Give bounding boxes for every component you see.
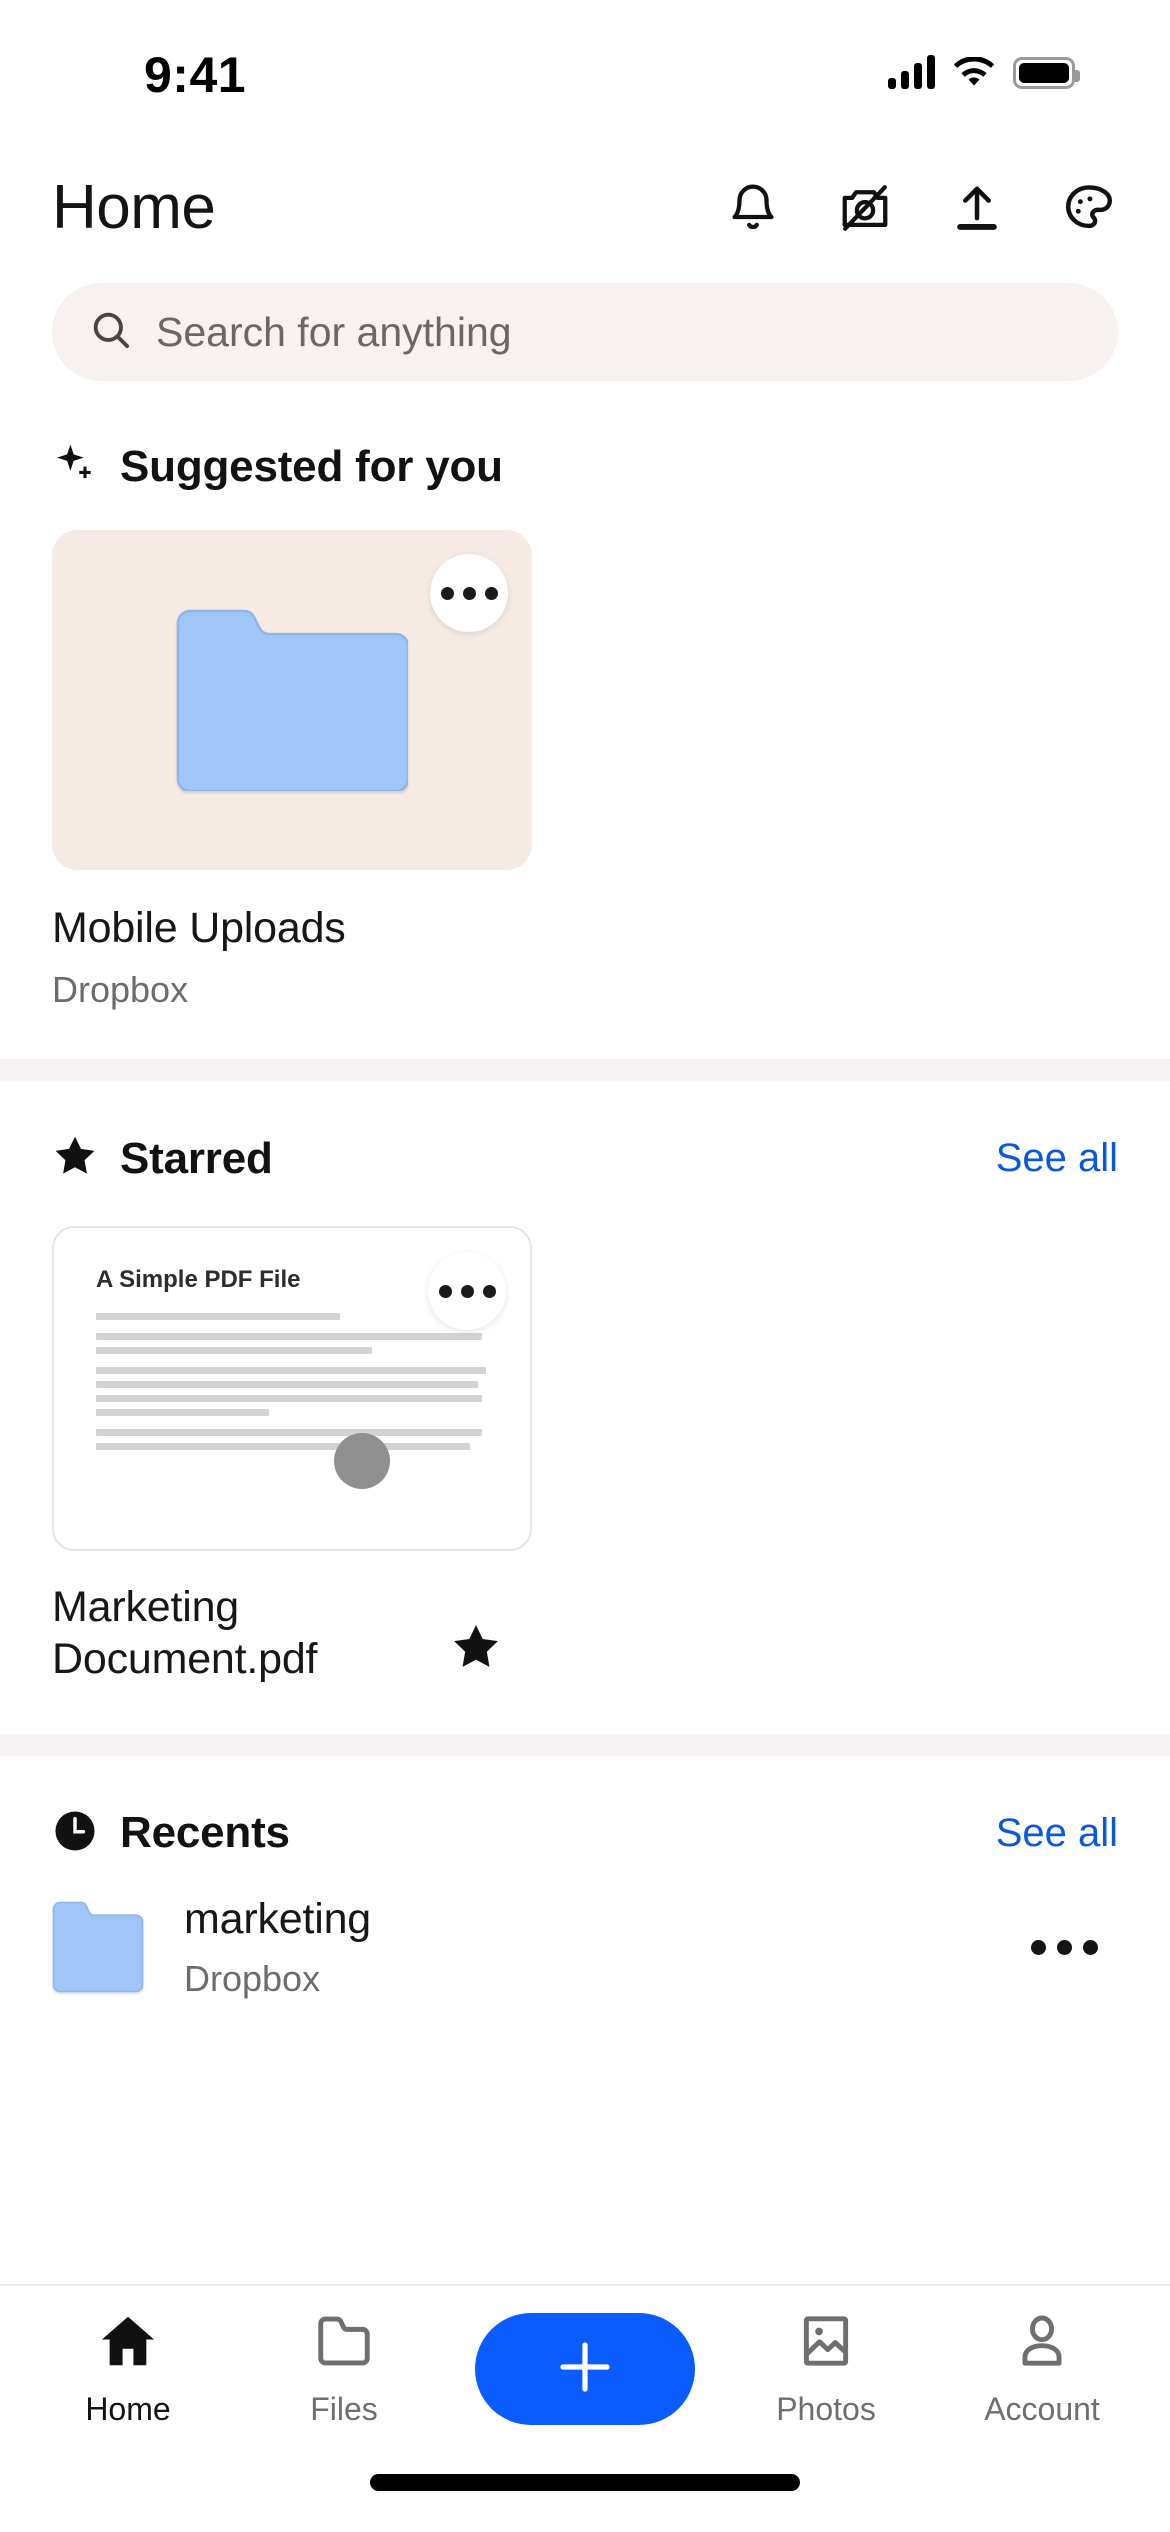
camera-upload-off-icon[interactable] bbox=[836, 179, 894, 237]
tab-files-label: Files bbox=[310, 2391, 378, 2427]
search-input[interactable]: Search for anything bbox=[52, 283, 1118, 381]
status-bar-time: 9:41 bbox=[144, 47, 247, 103]
starred-card-name: Marketing Document.pdf bbox=[52, 1583, 318, 1684]
starred-card-thumbnail[interactable]: A Simple PDF File bbox=[52, 1226, 532, 1551]
kebab-menu-icon[interactable] bbox=[1011, 1920, 1118, 1975]
clock-icon bbox=[52, 1808, 98, 1859]
folder-icon bbox=[176, 609, 410, 793]
list-item-name: marketing bbox=[184, 1894, 371, 1943]
tab-account-label: Account bbox=[984, 2391, 1100, 2427]
suggested-section: Suggested for you Mobile Uploads Dropbox bbox=[0, 381, 1170, 1011]
battery-full-icon bbox=[1013, 57, 1080, 89]
suggested-section-title: Suggested for you bbox=[120, 441, 503, 491]
list-item-source: Dropbox bbox=[184, 1957, 321, 1999]
tab-photos-label: Photos bbox=[776, 2391, 876, 2427]
pdf-preview-shape bbox=[334, 1433, 390, 1489]
star-icon[interactable] bbox=[450, 1621, 502, 1678]
wifi-icon bbox=[953, 57, 995, 89]
starred-card-footer: Marketing Document.pdf bbox=[52, 1551, 532, 1686]
palette-icon[interactable] bbox=[1060, 179, 1118, 237]
header-actions bbox=[724, 179, 1118, 237]
tab-home[interactable]: Home bbox=[43, 2310, 213, 2428]
suggested-card[interactable]: Mobile Uploads Dropbox bbox=[52, 530, 532, 1011]
starred-section-title: Starred bbox=[120, 1133, 273, 1183]
status-bar-indicators bbox=[888, 55, 1080, 89]
star-icon bbox=[52, 1133, 98, 1184]
upload-icon[interactable] bbox=[948, 179, 1006, 237]
suggested-card-thumbnail[interactable] bbox=[52, 530, 532, 870]
starred-section-header: Starred See all bbox=[0, 1133, 1170, 1184]
recents-section-title: Recents bbox=[120, 1808, 290, 1858]
search-icon bbox=[88, 307, 134, 358]
section-divider bbox=[0, 1733, 1170, 1756]
tab-home-label: Home bbox=[85, 2391, 171, 2427]
home-indicator-area bbox=[0, 2452, 1170, 2532]
suggested-card-source: Dropbox bbox=[52, 969, 189, 1010]
sparkle-icon bbox=[52, 441, 98, 492]
section-divider bbox=[0, 1059, 1170, 1081]
create-button[interactable] bbox=[475, 2313, 695, 2425]
home-indicator[interactable] bbox=[370, 2474, 800, 2491]
status-bar: 9:41 bbox=[0, 0, 1170, 150]
search-placeholder: Search for anything bbox=[156, 308, 512, 355]
folder-icon bbox=[52, 1901, 144, 1993]
search-bar-container: Search for anything bbox=[0, 265, 1170, 381]
suggested-section-header: Suggested for you bbox=[0, 441, 1170, 492]
kebab-menu-icon[interactable] bbox=[428, 1252, 506, 1330]
plus-icon bbox=[552, 2334, 618, 2405]
recents-section: Recents See all marketing Dropbox bbox=[0, 1756, 1170, 2000]
starred-section: Starred See all A Simple PDF File Market… bbox=[0, 1081, 1170, 1686]
starred-see-all-link[interactable]: See all bbox=[996, 1136, 1118, 1181]
tab-files[interactable]: Files bbox=[259, 2310, 429, 2428]
photos-icon bbox=[795, 2310, 857, 2377]
page-title: Home bbox=[52, 172, 216, 242]
app-screen: 9:41 Home Search for anything Suggested … bbox=[0, 0, 1170, 2532]
suggested-card-name: Mobile Uploads bbox=[52, 904, 346, 952]
recents-see-all-link[interactable]: See all bbox=[996, 1811, 1118, 1856]
pdf-preview-title: A Simple PDF File bbox=[96, 1266, 301, 1293]
page-header: Home bbox=[0, 150, 1170, 265]
notifications-icon[interactable] bbox=[724, 179, 782, 237]
list-item-texts: marketing Dropbox bbox=[184, 1895, 371, 2000]
bottom-tab-bar: Home Files Photos Account bbox=[0, 2284, 1170, 2452]
kebab-menu-icon[interactable] bbox=[430, 554, 508, 632]
home-icon bbox=[97, 2310, 159, 2377]
list-item[interactable]: marketing Dropbox bbox=[0, 1859, 1170, 2000]
pdf-preview-body bbox=[96, 1313, 490, 1463]
tab-photos[interactable]: Photos bbox=[741, 2310, 911, 2428]
tab-account[interactable]: Account bbox=[957, 2310, 1127, 2428]
signal-bars-icon bbox=[888, 55, 935, 89]
recents-section-header: Recents See all bbox=[0, 1808, 1170, 1859]
folder-outline-icon bbox=[313, 2310, 375, 2377]
starred-card[interactable]: A Simple PDF File Marketing Document.pdf bbox=[52, 1226, 532, 1686]
person-icon bbox=[1011, 2310, 1073, 2377]
